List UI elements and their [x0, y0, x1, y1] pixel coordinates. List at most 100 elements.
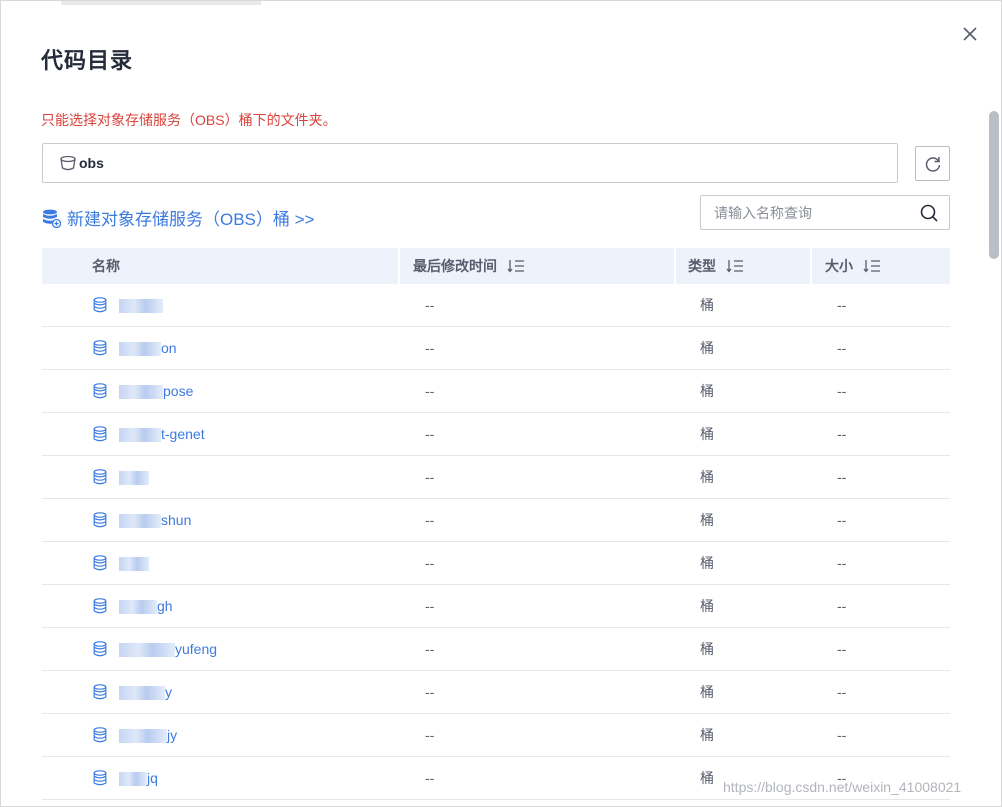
bucket-name-link[interactable]: [119, 555, 149, 572]
refresh-button[interactable]: [915, 146, 950, 181]
bucket-icon: [60, 155, 76, 171]
table-row[interactable]: t-genet -- 桶 --: [42, 413, 950, 456]
redacted-name: [119, 686, 165, 701]
type-cell: 桶: [700, 469, 714, 485]
size-cell: --: [837, 598, 847, 614]
database-icon: [93, 684, 107, 700]
modified-cell: --: [425, 727, 435, 743]
header-name: 名称: [42, 248, 400, 284]
type-cell: 桶: [700, 641, 714, 657]
database-icon: [93, 770, 107, 786]
bucket-name: shun: [161, 511, 192, 528]
bucket-name: jq: [147, 769, 158, 786]
type-cell: 桶: [700, 297, 714, 313]
bucket-table: 名称 最后修改时间 类型 大小 -- 桶 -- on -- 桶 -- pose …: [42, 248, 950, 800]
name-cell: [42, 456, 400, 498]
size-cell: --: [837, 340, 847, 356]
modified-cell: --: [425, 383, 435, 399]
size-cell: --: [837, 684, 847, 700]
size-cell: --: [837, 641, 847, 657]
table-row[interactable]: gh -- 桶 --: [42, 585, 950, 628]
table-row[interactable]: y -- 桶 --: [42, 671, 950, 714]
database-icon: [93, 340, 107, 356]
table-body: -- 桶 -- on -- 桶 -- pose -- 桶 -- t-genet …: [42, 284, 950, 800]
path-field[interactable]: obs: [42, 143, 898, 183]
bucket-name-link[interactable]: pose: [119, 383, 193, 400]
bucket-name-link[interactable]: y: [119, 684, 172, 701]
close-button[interactable]: [959, 23, 981, 45]
size-cell: --: [837, 297, 847, 313]
size-cell: --: [837, 512, 847, 528]
bucket-name-link[interactable]: yufeng: [119, 640, 218, 658]
table-header: 名称 最后修改时间 类型 大小: [42, 248, 950, 284]
redacted-name: [119, 514, 161, 529]
redacted-name: [119, 428, 161, 443]
size-cell: --: [837, 727, 847, 743]
modified-cell: --: [425, 684, 435, 700]
sort-icon[interactable]: [507, 259, 525, 273]
size-cell: --: [837, 469, 847, 485]
header-type-label: 类型: [688, 258, 716, 274]
redacted-name: [119, 342, 161, 357]
type-cell: 桶: [700, 598, 714, 614]
name-cell: jy: [42, 714, 400, 756]
bucket-name: yufeng: [175, 640, 218, 657]
modified-cell: --: [425, 770, 435, 786]
database-icon: [93, 297, 107, 313]
dialog-title: 代码目录: [41, 48, 134, 73]
code-directory-dialog: 代码目录 只能选择对象存储服务（OBS）桶下的文件夹。 obs 新建对象存储服务…: [0, 0, 1002, 807]
close-icon: [963, 27, 977, 41]
table-row[interactable]: -- 桶 --: [42, 456, 950, 499]
modified-cell: --: [425, 598, 435, 614]
redacted-name: [119, 643, 175, 658]
table-row[interactable]: shun -- 桶 --: [42, 499, 950, 542]
name-cell: gh: [42, 585, 400, 627]
sort-icon[interactable]: [726, 259, 744, 273]
type-cell: 桶: [700, 383, 714, 399]
database-icon: [93, 512, 107, 528]
table-row[interactable]: -- 桶 --: [42, 284, 950, 327]
table-row[interactable]: on -- 桶 --: [42, 327, 950, 370]
header-modified-label: 最后修改时间: [413, 258, 497, 274]
table-row[interactable]: pose -- 桶 --: [42, 370, 950, 413]
redacted-name: [119, 557, 149, 572]
header-size-label: 大小: [825, 258, 853, 274]
size-cell: --: [837, 426, 847, 442]
bucket-name-link[interactable]: gh: [119, 598, 173, 615]
watermark: https://blog.csdn.net/weixin_41008021: [723, 779, 962, 795]
search-input[interactable]: [714, 204, 914, 221]
bucket-name-link[interactable]: [119, 297, 163, 314]
refresh-icon: [925, 156, 940, 172]
header-type: 类型: [676, 248, 812, 284]
name-cell: pose: [42, 370, 400, 412]
table-row[interactable]: jy -- 桶 --: [42, 714, 950, 757]
redacted-name: [119, 471, 149, 486]
bucket-name-link[interactable]: [119, 469, 149, 486]
database-icon: [93, 598, 107, 614]
bucket-name-link[interactable]: shun: [119, 511, 192, 529]
bucket-name: jy: [167, 726, 178, 743]
search-icon[interactable]: [919, 203, 939, 223]
database-icon: [93, 641, 107, 657]
table-row[interactable]: -- 桶 --: [42, 542, 950, 585]
create-bucket-icon: [43, 209, 61, 228]
background-strip: [61, 1, 261, 5]
type-cell: 桶: [700, 684, 714, 700]
modified-cell: --: [425, 555, 435, 571]
bucket-name: on: [161, 339, 177, 356]
type-cell: 桶: [700, 727, 714, 743]
table-row[interactable]: yufeng -- 桶 --: [42, 628, 950, 671]
bucket-name-link[interactable]: jq: [119, 769, 158, 787]
bucket-name-link[interactable]: jy: [119, 726, 178, 744]
create-bucket-link[interactable]: 新建对象存储服务（OBS）桶 >>: [41, 205, 314, 230]
path-value: obs: [79, 155, 104, 171]
type-cell: 桶: [700, 555, 714, 571]
size-cell: --: [837, 555, 847, 571]
redacted-name: [119, 385, 163, 400]
header-modified: 最后修改时间: [400, 248, 676, 284]
bucket-name-link[interactable]: t-genet: [119, 426, 205, 443]
sort-icon[interactable]: [863, 259, 881, 273]
scrollbar-thumb[interactable]: [989, 111, 999, 259]
modified-cell: --: [425, 297, 435, 313]
bucket-name-link[interactable]: on: [119, 339, 177, 357]
